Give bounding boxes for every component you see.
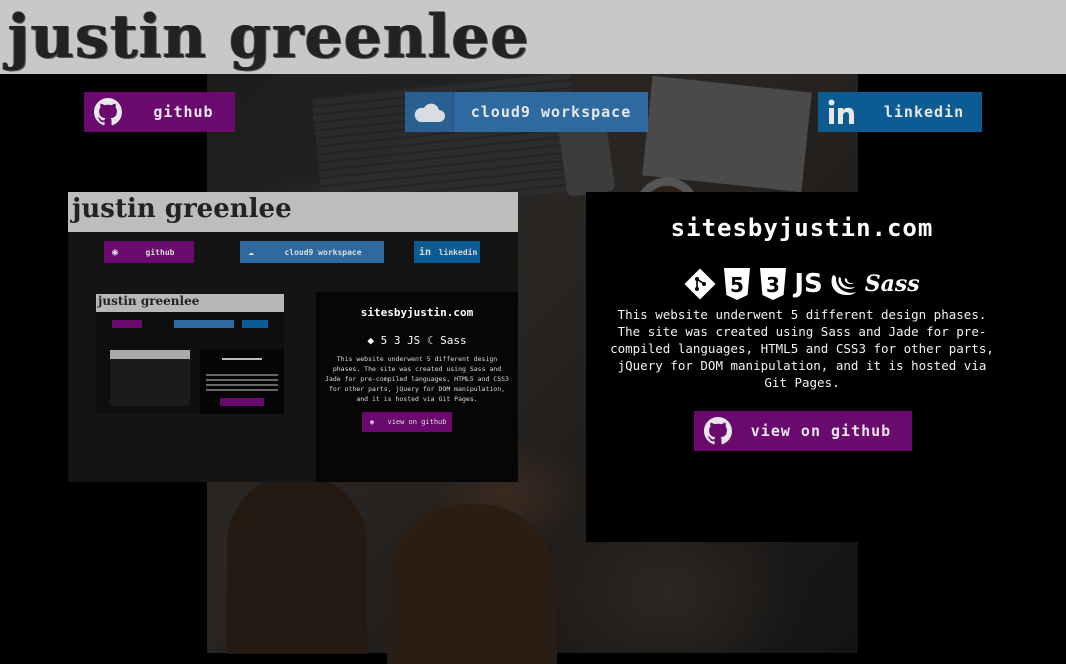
github-label: github xyxy=(153,103,214,121)
svg-text:5: 5 xyxy=(730,273,744,297)
preview-card: sitesbyjustin.com ◆ 5 3 JS ☾ Sass This w… xyxy=(316,292,518,482)
site-title: justin greenlee xyxy=(8,2,530,72)
html5-icon: 5 xyxy=(722,267,752,301)
jquery-icon xyxy=(829,269,859,299)
preview-title: justin greenlee xyxy=(72,194,292,224)
preview-nested-screenshot: justin greenlee xyxy=(96,294,284,414)
linkedin-label: linkedin xyxy=(883,103,965,121)
view-on-github-button[interactable]: view on github xyxy=(694,411,912,451)
cloud9-label: cloud9 workspace xyxy=(470,103,632,121)
project-title: sitesbyjustin.com xyxy=(670,214,934,242)
svg-text:3: 3 xyxy=(766,273,780,297)
view-on-github-label: view on github xyxy=(750,422,892,440)
preview-github-button: ◉ github xyxy=(104,241,194,263)
github-button[interactable]: github xyxy=(84,92,235,132)
project-description: This website underwent 5 different desig… xyxy=(610,307,994,390)
project-screenshot: justin greenlee ◉ github ☁ cloud9 workspac… xyxy=(68,192,518,482)
linkedin-button[interactable]: linkedin xyxy=(818,92,982,132)
preview-cloud9-button: ☁ cloud9 workspace xyxy=(240,241,384,263)
github-icon xyxy=(694,417,742,445)
preview-linkedin-button: in linkedin xyxy=(414,241,480,263)
sass-icon: Sass xyxy=(864,271,920,297)
cloud9-workspace-button[interactable]: cloud9 workspace xyxy=(405,92,648,132)
github-icon xyxy=(84,92,132,132)
linkedin-icon xyxy=(818,92,866,132)
site-header: justin greenlee xyxy=(0,0,1066,74)
preview-header: justin greenlee xyxy=(68,192,518,232)
js-icon: JS xyxy=(794,269,823,299)
cloud-icon xyxy=(405,92,454,132)
project-card: sitesbyjustin.com 5 3 JS Sass This websi… xyxy=(586,192,1018,542)
git-icon xyxy=(684,268,716,300)
css3-icon: 3 xyxy=(758,267,788,301)
tech-icons: 5 3 JS Sass xyxy=(586,264,1018,304)
